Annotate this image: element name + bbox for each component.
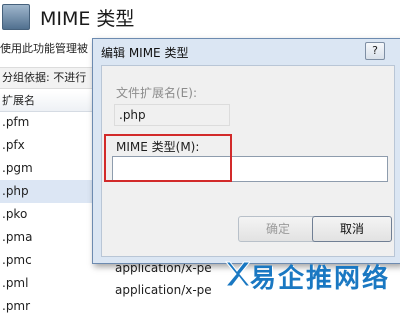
list-item-selected[interactable]: .php — [0, 180, 95, 203]
list-item[interactable]: .pmc — [0, 249, 95, 272]
page-description: 使用此功能管理被 — [0, 42, 88, 55]
dialog-title: 编辑 MIME 类型 — [101, 46, 189, 60]
mime-feature-icon — [2, 4, 30, 30]
list-item[interactable]: .pml — [0, 272, 95, 295]
extension-label: 文件扩展名(E): — [116, 86, 197, 100]
list-item[interactable]: .pgm — [0, 157, 95, 180]
highlight-annotation — [104, 134, 232, 182]
extension-field: .php — [114, 104, 230, 126]
list-item[interactable]: .pmr — [0, 295, 95, 318]
page-header: MIME 类型 — [0, 0, 400, 36]
page-title: MIME 类型 — [40, 8, 135, 30]
extension-list: .pfm .pfx .pgm .php .pko .pma .pmc .pml … — [0, 111, 95, 318]
cancel-button[interactable]: 取消 — [312, 216, 392, 242]
list-item[interactable]: .pko — [0, 203, 95, 226]
list-item[interactable]: .pfx — [0, 134, 95, 157]
watermark-logo-icon — [224, 261, 250, 287]
watermark: 易企推网络 — [220, 252, 400, 298]
ok-button[interactable]: 确定 — [238, 216, 318, 242]
mime-type-cell: application/x-pe — [115, 283, 212, 297]
list-item[interactable]: .pfm — [0, 111, 95, 134]
dialog-titlebar[interactable]: 编辑 MIME 类型 ? — [93, 39, 400, 65]
watermark-text: 易企推网络 — [250, 264, 391, 294]
column-header-extension[interactable]: 扩展名 — [0, 91, 97, 112]
list-item[interactable]: .pma — [0, 226, 95, 249]
help-button[interactable]: ? — [365, 42, 385, 60]
group-by-selector[interactable]: 分组依据: 不进行 — [0, 67, 97, 89]
